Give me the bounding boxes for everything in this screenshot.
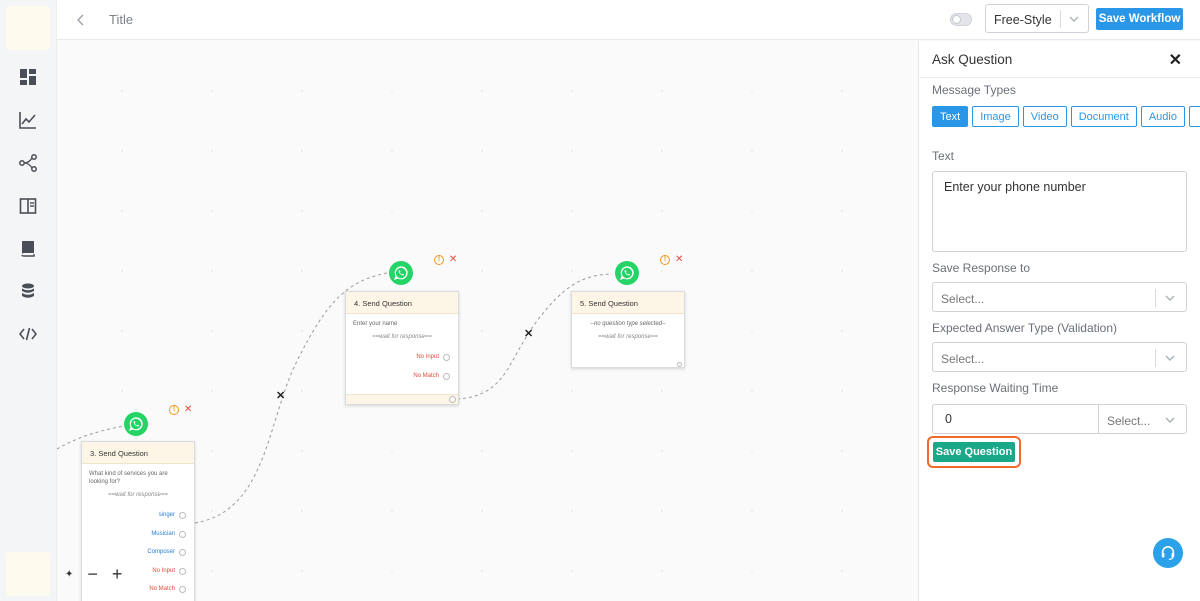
whatsapp-icon: [615, 261, 639, 285]
node-description: --no question type selected--: [589, 321, 667, 327]
node-description: What kind of services you are looking fo…: [89, 471, 168, 485]
node-5-info-icon[interactable]: !: [660, 255, 670, 265]
type-audio-button[interactable]: Audio: [1140, 106, 1185, 127]
chevron-down-icon: [1069, 16, 1079, 22]
node-option[interactable]: singer: [89, 506, 187, 525]
select-separator: [1155, 349, 1156, 367]
save-question-button[interactable]: Save Question: [933, 442, 1015, 462]
node-5-delete-icon[interactable]: ✕: [675, 255, 683, 265]
node-option-no-input[interactable]: No Input: [353, 348, 451, 367]
node-output-handle[interactable]: [677, 362, 682, 367]
edge-delete-icon[interactable]: ✕: [276, 389, 285, 402]
expected-answer-select[interactable]: Select...: [932, 342, 1187, 372]
save-question-highlight: Save Question: [927, 436, 1021, 468]
node-body: --no question type selected-- ==wait for…: [572, 314, 684, 367]
type-more-button[interactable]: [1188, 106, 1200, 127]
chevron-down-icon: [1165, 355, 1175, 361]
node-title: 3. Send Question: [82, 442, 194, 464]
select-placeholder: Select...: [941, 292, 985, 306]
node-4-info-icon[interactable]: !: [434, 255, 444, 265]
close-icon[interactable]: ✕: [1169, 50, 1182, 70]
select-separator: [1155, 289, 1156, 307]
select-placeholder: Select...: [941, 352, 985, 366]
save-workflow-button[interactable]: Save Workflow: [1096, 8, 1183, 30]
logo: [6, 6, 50, 50]
node-wait-text: ==wait for response==: [598, 334, 658, 340]
expected-answer-label: Expected Answer Type (Validation): [932, 321, 1117, 335]
node-footer: [346, 394, 458, 404]
node-3-info-icon[interactable]: !: [169, 405, 179, 415]
mode-select-separator: [1060, 10, 1061, 28]
node-description: Enter your name: [353, 321, 398, 327]
node-option-no-match[interactable]: No Match: [353, 367, 451, 386]
whatsapp-icon: [124, 412, 148, 436]
database-icon[interactable]: [17, 280, 39, 302]
save-response-label: Save Response to: [932, 261, 1031, 275]
workflow-canvas[interactable]: ! ✕ 3. Send Question What kind of servic…: [57, 41, 918, 601]
sidebar-bottom-logo: [6, 552, 50, 596]
node-4-delete-icon[interactable]: ✕: [449, 255, 457, 265]
text-label: Text: [932, 149, 955, 163]
node-body: Enter your name ==wait for response== No…: [346, 314, 458, 394]
code-icon[interactable]: [17, 323, 39, 345]
node-title: 4. Send Question: [346, 292, 458, 314]
waiting-unit-select[interactable]: Select...: [1098, 404, 1187, 434]
type-video-button[interactable]: Video: [1022, 106, 1067, 127]
node-wait-text: ==wait for response==: [372, 334, 432, 340]
message-types-label: Message Types: [932, 83, 1016, 97]
save-response-select[interactable]: Select...: [932, 282, 1187, 312]
node-option[interactable]: Musician: [89, 525, 187, 544]
panel-title: Ask Question: [932, 52, 1013, 67]
edge-delete-icon[interactable]: ✕: [524, 327, 533, 340]
node-wait-text: ==wait for response==: [108, 492, 168, 498]
mode-toggle[interactable]: [950, 13, 972, 26]
panel-header: Ask Question ✕: [919, 41, 1200, 78]
waiting-time-input[interactable]: [932, 404, 1099, 434]
node-send-question-4[interactable]: 4. Send Question Enter your name ==wait …: [345, 291, 459, 405]
node-option[interactable]: Composer: [89, 543, 187, 562]
mode-select-value: Free-Style: [994, 13, 1052, 27]
sidebar: [0, 0, 57, 601]
toggle-knob: [952, 15, 961, 24]
node-3-delete-icon[interactable]: ✕: [184, 405, 192, 415]
type-text-button[interactable]: Text: [932, 106, 969, 127]
magic-wand-icon[interactable]: ✦: [65, 569, 73, 580]
page-title[interactable]: Title: [109, 12, 133, 27]
mode-select[interactable]: Free-Style: [985, 4, 1089, 33]
workflow-icon[interactable]: [17, 152, 39, 174]
support-headset-icon[interactable]: [1153, 538, 1183, 568]
whatsapp-icon: [389, 261, 413, 285]
type-document-button[interactable]: Document: [1070, 106, 1137, 127]
templates-icon[interactable]: [17, 195, 39, 217]
chevron-down-icon: [1165, 295, 1175, 301]
node-title: 5. Send Question: [572, 292, 684, 314]
type-image-button[interactable]: Image: [972, 106, 1019, 127]
node-send-question-5[interactable]: 5. Send Question --no question type sele…: [571, 291, 685, 368]
select-placeholder: Select...: [1107, 414, 1151, 428]
message-type-tabs: Text Image Video Document Audio: [932, 106, 1200, 127]
chevron-down-icon: [1165, 417, 1175, 423]
book-icon[interactable]: [17, 237, 39, 259]
ask-question-panel: Ask Question ✕ Message Types Text Image …: [918, 41, 1200, 601]
analytics-icon[interactable]: [17, 109, 39, 131]
dashboard-icon[interactable]: [17, 66, 39, 88]
message-text-input[interactable]: Enter your phone number: [932, 171, 1187, 252]
top-bar: Title Free-Style Save Workflow: [57, 0, 1200, 40]
zoom-in-button[interactable]: +: [112, 564, 123, 585]
back-icon[interactable]: [71, 10, 91, 30]
zoom-controls: ✦ − +: [65, 563, 122, 585]
zoom-out-button[interactable]: −: [87, 564, 98, 585]
waiting-time-label: Response Waiting Time: [932, 381, 1059, 395]
